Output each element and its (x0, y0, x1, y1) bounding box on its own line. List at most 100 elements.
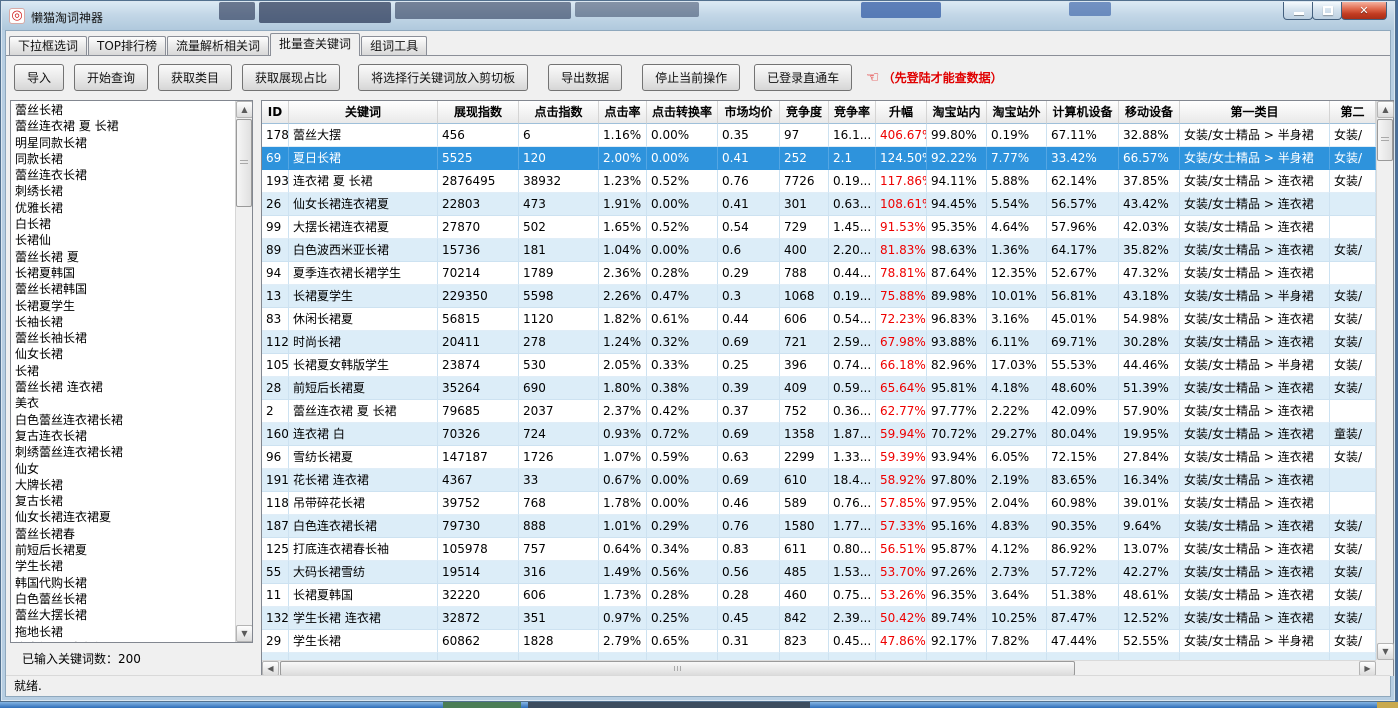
table-cell: 1358 (780, 423, 829, 446)
table-row[interactable]: 2蕾丝连衣裙 夏 长裙7968520372.37%0.42%0.377520.3… (262, 400, 1376, 423)
table-row[interactable]: 178蕾丝大摆45661.16%0.00%0.359716.1...406.67… (262, 124, 1376, 147)
scroll-down-icon[interactable]: ▼ (236, 625, 253, 642)
column-header[interactable]: 点击指数 (519, 101, 599, 124)
toolbar-button[interactable]: 导出数据 (548, 64, 622, 91)
tab-item[interactable]: 批量查关键词 (270, 33, 360, 56)
table-cell: 37.85% (1119, 170, 1180, 193)
column-header[interactable]: 竞争度 (780, 101, 829, 124)
scroll-up-icon[interactable]: ▲ (1377, 101, 1394, 118)
column-header[interactable]: 竞争率 (829, 101, 876, 124)
scroll-right-icon[interactable]: ▶ (1359, 661, 1376, 676)
scroll-left-icon[interactable]: ◀ (262, 661, 279, 676)
table-cell: 132 (262, 607, 289, 630)
table-row[interactable]: 89白色波西米亚长裙157361811.04%0.00%0.64002.20..… (262, 239, 1376, 262)
table-cell: 55 (262, 561, 289, 584)
table-row[interactable]: 94夏季连衣裙长裙学生7021417892.36%0.28%0.297880.4… (262, 262, 1376, 285)
table-cell: 4.18% (987, 377, 1047, 400)
table-cell: 女装/ (1330, 446, 1376, 469)
column-header[interactable]: 第一类目 (1180, 101, 1330, 124)
keyword-input-box[interactable]: 蕾丝长裙蕾丝连衣裙 夏 长裙明星同款长裙同款长裙蕾丝连衣长裙刺绣长裙优雅长裙白长… (10, 100, 253, 643)
scrollbar-thumb[interactable] (236, 119, 252, 207)
table-cell: 女装/ (1330, 285, 1376, 308)
table-row[interactable]: 96雪纺长裙夏14718717261.07%0.59%0.6322991.33.… (262, 446, 1376, 469)
scrollbar-thumb[interactable] (1377, 119, 1393, 161)
table-cell: 252 (780, 147, 829, 170)
table-row[interactable]: 28前短后长裙夏352646901.80%0.38%0.394090.59...… (262, 377, 1376, 400)
column-header[interactable]: 展现指数 (438, 101, 519, 124)
keyword-list-item: 刺绣长裙 (11, 183, 234, 199)
column-header[interactable]: 第二 (1330, 101, 1376, 124)
table-horizontal-scrollbar[interactable]: ◀ ▶ (262, 660, 1376, 676)
column-header[interactable]: ID (262, 101, 289, 124)
table-row[interactable]: 99大摆长裙连衣裙夏278705021.65%0.52%0.547291.45.… (262, 216, 1376, 239)
table-row[interactable]: 83休闲长裙夏5681511201.82%0.61%0.446060.54...… (262, 308, 1376, 331)
toolbar-button[interactable]: 导入 (14, 64, 64, 91)
table-row[interactable]: 13长裙夏学生22935055982.26%0.47%0.310680.19..… (262, 285, 1376, 308)
scrollbar-thumb[interactable] (280, 661, 1075, 676)
maximize-button[interactable] (1312, 2, 1342, 20)
toolbar-button[interactable]: 获取类目 (158, 64, 232, 91)
tab-item[interactable]: TOP排行榜 (88, 36, 166, 55)
table-cell: 78.81% (876, 262, 927, 285)
table-cell: 女装/女士精品 > 连衣裙 (1180, 423, 1330, 446)
column-header[interactable]: 点击转换率 (647, 101, 718, 124)
toolbar-button[interactable]: 开始查询 (74, 64, 148, 91)
table-cell: 89.98% (927, 285, 987, 308)
toolbar-button[interactable]: 将选择行关键词放入剪切板 (358, 64, 528, 91)
close-button[interactable]: ✕ (1341, 2, 1387, 20)
table-cell: 2.37% (599, 400, 647, 423)
table-row[interactable]: 11长裙夏韩国322206061.73%0.28%0.284600.75...5… (262, 584, 1376, 607)
table-cell (1330, 193, 1376, 216)
toolbar-button[interactable]: 停止当前操作 (642, 64, 740, 91)
table-row[interactable]: 193连衣裙 夏 长裙2876495389321.23%0.52%0.76772… (262, 170, 1376, 193)
table-row[interactable]: 132学生长裙 连衣裙328723510.97%0.25%0.458422.39… (262, 607, 1376, 630)
table-row[interactable]: 125打底连衣裙春长袖1059787570.64%0.34%0.836110.8… (262, 538, 1376, 561)
column-header[interactable]: 计算机设备 (1047, 101, 1119, 124)
toolbar-button[interactable]: 获取展现占比 (242, 64, 340, 91)
table-cell: 1.73% (599, 584, 647, 607)
keyword-list-item: 前短后长裙夏 (11, 542, 234, 558)
table-row[interactable]: 187白色连衣裙长裙797308881.01%0.29%0.7615801.77… (262, 515, 1376, 538)
table-row[interactable]: 26仙女长裙连衣裙夏228034731.91%0.00%0.413010.63.… (262, 193, 1376, 216)
table-row[interactable]: 55大码长裙雪纺195143161.49%0.56%0.564851.53...… (262, 561, 1376, 584)
table-row[interactable]: 69夏日长裙55251202.00%0.00%0.412522.1124.50%… (262, 147, 1376, 170)
table-row[interactable]: 118吊带碎花长裙397527681.78%0.00%0.465890.76..… (262, 492, 1376, 515)
table-cell: 15736 (438, 239, 519, 262)
table-row[interactable]: 191花长裙 连衣裙4367330.67%0.00%0.6961018.4...… (262, 469, 1376, 492)
column-header[interactable]: 市场均价 (718, 101, 780, 124)
table-row[interactable]: 112时尚长裙204112781.24%0.32%0.697212.59...6… (262, 331, 1376, 354)
tab-item[interactable]: 下拉框选词 (9, 36, 87, 55)
table-cell: 1.16% (599, 124, 647, 147)
table-cell: 0.25 (718, 354, 780, 377)
table-cell: 57.96% (1047, 216, 1119, 239)
minimize-button[interactable] (1283, 2, 1313, 20)
table-cell: 女装/女士精品 > 半身裙 (1180, 147, 1330, 170)
table-vertical-scrollbar[interactable]: ▲ ▼ (1376, 101, 1393, 660)
column-header[interactable]: 淘宝站外 (987, 101, 1047, 124)
table-cell: 2.05% (599, 354, 647, 377)
keyword-list-scrollbar[interactable]: ▲ ▼ (235, 101, 252, 642)
table-cell: 女装/ (1330, 561, 1376, 584)
scroll-down-icon[interactable]: ▼ (1377, 643, 1394, 660)
toolbar-button[interactable]: 已登录直通车 (754, 64, 852, 91)
table-row[interactable]: 105长裙夏女韩版学生238745302.05%0.33%0.253960.74… (262, 354, 1376, 377)
column-header[interactable]: 关键词 (289, 101, 438, 124)
table-cell: 女装/ (1330, 354, 1376, 377)
table-cell: 120 (519, 147, 599, 170)
table-cell: 33 (519, 469, 599, 492)
table-cell: 女装/女士精品 > 连衣裙 (1180, 469, 1330, 492)
table-row[interactable]: 160连衣裙 白703267240.93%0.72%0.6913581.87..… (262, 423, 1376, 446)
table-cell: 456 (438, 124, 519, 147)
titlebar[interactable]: ◎ 懒猫淘词神器 ✕ (2, 2, 1394, 30)
column-header[interactable]: 升幅 (876, 101, 927, 124)
table-cell: 60862 (438, 630, 519, 653)
column-header[interactable]: 淘宝站内 (927, 101, 987, 124)
table-row[interactable]: 29学生长裙6086218282.79%0.65%0.318230.45...4… (262, 630, 1376, 653)
table-cell: 75.88% (876, 285, 927, 308)
column-header[interactable]: 移动设备 (1119, 101, 1180, 124)
scroll-up-icon[interactable]: ▲ (236, 101, 253, 118)
tab-item[interactable]: 流量解析相关词 (167, 36, 269, 55)
column-header[interactable]: 点击率 (599, 101, 647, 124)
table-cell: 1120 (519, 308, 599, 331)
tab-item[interactable]: 组词工具 (361, 36, 427, 55)
